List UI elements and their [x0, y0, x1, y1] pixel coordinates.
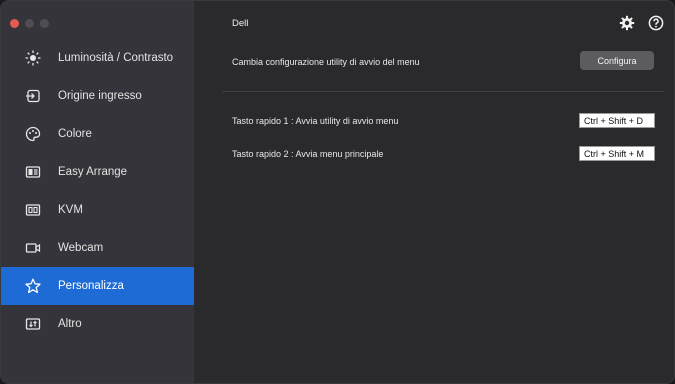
sidebar-item-input-source[interactable]: Origine ingresso — [1, 77, 194, 115]
star-icon — [23, 276, 43, 296]
config-label: Cambia configurazione utility di avvio d… — [232, 57, 420, 67]
brightness-icon — [23, 48, 43, 68]
sidebar-item-easy-arrange[interactable]: Easy Arrange — [1, 153, 194, 191]
app-window: Luminosità / Contrasto Origine ingresso … — [0, 0, 675, 384]
sidebar-item-label: Colore — [58, 128, 92, 140]
sidebar-item-label: Webcam — [58, 242, 104, 254]
others-icon — [23, 314, 43, 334]
sidebar-item-brightness[interactable]: Luminosità / Contrasto — [1, 39, 194, 77]
color-palette-icon — [23, 124, 43, 144]
input-source-icon — [23, 86, 43, 106]
window-controls — [10, 19, 49, 28]
hotkey2-label: Tasto rapido 2 : Avvia menu principale — [232, 149, 384, 159]
divider — [222, 91, 664, 92]
hotkey2-field[interactable]: Ctrl + Shift + M — [579, 146, 655, 161]
sidebar: Luminosità / Contrasto Origine ingresso … — [1, 1, 194, 383]
sidebar-nav: Luminosità / Contrasto Origine ingresso … — [1, 39, 194, 343]
close-window-button[interactable] — [10, 19, 19, 28]
sidebar-item-others[interactable]: Altro — [1, 305, 194, 343]
sidebar-item-label: KVM — [58, 204, 83, 216]
help-icon[interactable] — [648, 15, 664, 31]
sidebar-item-label: Origine ingresso — [58, 90, 142, 102]
top-toolbar — [619, 15, 664, 31]
sidebar-item-personalize[interactable]: Personalizza — [1, 267, 194, 305]
easy-arrange-icon — [23, 162, 43, 182]
sidebar-item-kvm[interactable]: KVM — [1, 191, 194, 229]
kvm-icon — [23, 200, 43, 220]
sidebar-item-color[interactable]: Colore — [1, 115, 194, 153]
minimize-window-button[interactable] — [25, 19, 34, 28]
sidebar-item-label: Luminosità / Contrasto — [58, 52, 174, 64]
sidebar-item-label: Altro — [58, 318, 82, 330]
webcam-icon — [23, 238, 43, 258]
hotkey1-label: Tasto rapido 1 : Avvia utility di avvio … — [232, 116, 399, 126]
gear-icon[interactable] — [619, 15, 635, 31]
page-title: Dell — [232, 18, 249, 29]
configure-button[interactable]: Configura — [580, 51, 654, 70]
sidebar-item-label: Easy Arrange — [58, 166, 128, 178]
main-panel: Dell Cambia configurazione utility di av… — [194, 1, 674, 383]
zoom-window-button[interactable] — [40, 19, 49, 28]
sidebar-item-label: Personalizza — [58, 280, 124, 292]
sidebar-item-webcam[interactable]: Webcam — [1, 229, 194, 267]
hotkey1-field[interactable]: Ctrl + Shift + D — [579, 113, 655, 128]
